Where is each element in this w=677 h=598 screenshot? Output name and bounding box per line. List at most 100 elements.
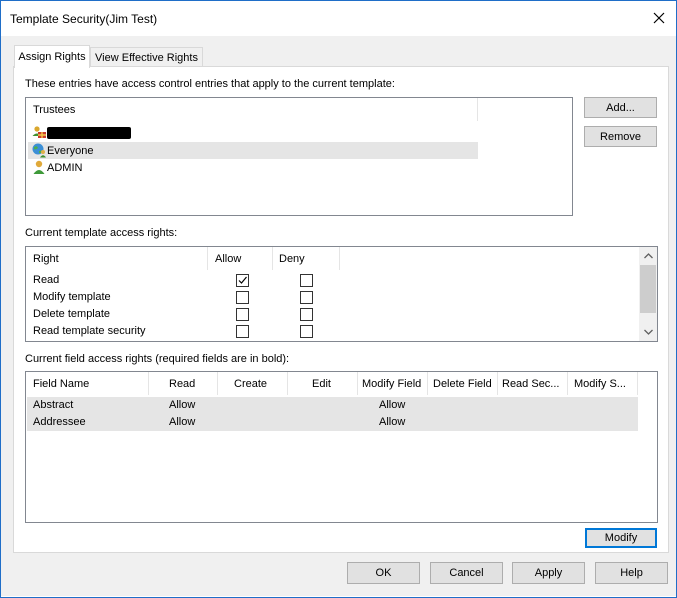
column-divider <box>567 372 568 395</box>
deny-modify-template-checkbox[interactable] <box>300 291 313 304</box>
checkmark-icon <box>238 276 247 284</box>
ok-button[interactable]: OK <box>347 562 420 584</box>
help-button-label: Help <box>620 567 643 579</box>
edit-column-header[interactable]: Edit <box>312 372 352 395</box>
ok-button-label: OK <box>375 567 392 579</box>
modify-security-column-header[interactable]: Modify S... <box>574 372 636 395</box>
scroll-down-button[interactable] <box>640 324 656 340</box>
template-rights-list[interactable]: Right Allow Deny Read Modify template De… <box>25 246 658 342</box>
column-label: Read Sec... <box>502 377 560 390</box>
field-name-column-header[interactable]: Field Name <box>33 372 143 395</box>
modify-field-cell: Allow <box>379 399 406 411</box>
title-bar: Template Security(Jim Test) <box>0 0 677 36</box>
deny-column-label: Deny <box>279 252 305 265</box>
right-label: Read template security <box>33 325 146 337</box>
read-cell: Allow <box>169 416 196 428</box>
help-button[interactable]: Help <box>595 562 668 584</box>
remove-button[interactable]: Remove <box>584 126 657 147</box>
column-label: Delete Field <box>433 377 492 390</box>
column-divider <box>637 372 638 395</box>
close-icon <box>653 12 665 24</box>
deny-delete-template-checkbox[interactable] <box>300 308 313 321</box>
window-title: Template Security(Jim Test) <box>10 12 158 26</box>
field-name-cell: Addressee <box>33 416 86 428</box>
user-icon <box>31 159 47 175</box>
column-label: Edit <box>312 377 331 390</box>
trustee-name-admin: ADMIN <box>47 161 83 174</box>
dialog-client: Assign Rights View Effective Rights Thes… <box>1 36 676 596</box>
column-label: Create <box>234 377 268 390</box>
right-label: Modify template <box>33 291 111 303</box>
remove-button-label: Remove <box>600 130 641 143</box>
chevron-down-icon <box>643 329 653 335</box>
read-security-column-header[interactable]: Read Sec... <box>502 372 564 395</box>
deny-column-header[interactable]: Deny <box>279 247 329 270</box>
field-name-cell: Abstract <box>33 399 74 411</box>
column-label: Read <box>169 377 196 390</box>
template-rights-caption: Current template access rights: <box>25 227 178 239</box>
vertical-scrollbar[interactable] <box>639 247 657 341</box>
column-divider <box>207 247 208 270</box>
column-divider <box>217 372 218 395</box>
column-divider <box>497 372 498 395</box>
column-divider <box>272 247 273 270</box>
deny-read-checkbox[interactable] <box>300 274 313 287</box>
column-divider <box>148 372 149 395</box>
apply-button[interactable]: Apply <box>512 562 585 584</box>
allow-read-template-security-checkbox[interactable] <box>236 325 249 338</box>
column-label: Modify Field <box>362 377 422 390</box>
field-rights-list[interactable]: Field Name Read Create Edit Modify Field… <box>25 371 658 523</box>
deny-read-template-security-checkbox[interactable] <box>300 325 313 338</box>
allow-column-label: Allow <box>215 252 242 265</box>
cancel-button-label: Cancel <box>449 567 484 579</box>
read-column-header[interactable]: Read <box>169 372 214 395</box>
modify-button-label: Modify <box>604 532 638 544</box>
column-divider <box>339 247 340 270</box>
column-divider <box>357 372 358 395</box>
modify-button[interactable]: Modify <box>585 528 657 548</box>
allow-modify-template-checkbox[interactable] <box>236 291 249 304</box>
allow-delete-template-checkbox[interactable] <box>236 308 249 321</box>
right-label: Delete template <box>33 308 111 320</box>
add-button[interactable]: Add... <box>584 97 657 118</box>
right-column-header[interactable]: Right <box>33 247 203 270</box>
column-label: Field Name <box>33 377 90 390</box>
trustee-row-admin[interactable]: ADMIN <box>28 159 478 176</box>
column-label: Modify S... <box>574 377 626 390</box>
right-column-label: Right <box>33 252 59 265</box>
trustee-row[interactable] <box>28 125 478 142</box>
column-divider <box>477 98 478 121</box>
right-label: Read <box>33 274 60 286</box>
delete-field-column-header[interactable]: Delete Field <box>433 372 498 395</box>
trustee-name-everyone: Everyone <box>47 144 94 157</box>
trustees-list[interactable]: Trustees Everyone ADMIN <box>25 97 573 216</box>
tab-assign-rights-label: Assign Rights <box>18 51 86 63</box>
column-divider <box>427 372 428 395</box>
allow-column-header[interactable]: Allow <box>215 247 265 270</box>
tab-view-effective-rights[interactable]: View Effective Rights <box>90 47 203 68</box>
trustee-row-everyone[interactable]: Everyone <box>28 142 478 159</box>
tab-assign-rights[interactable]: Assign Rights <box>14 45 90 68</box>
assign-rights-panel: These entries have access control entrie… <box>13 66 669 553</box>
cancel-button[interactable]: Cancel <box>430 562 503 584</box>
trustees-column-header[interactable]: Trustees <box>33 98 473 121</box>
modify-field-cell: Allow <box>379 416 406 428</box>
field-rights-caption: Current field access rights (required fi… <box>25 353 290 365</box>
create-column-header[interactable]: Create <box>234 372 284 395</box>
tab-view-effective-rights-label: View Effective Rights <box>95 51 198 64</box>
scroll-thumb[interactable] <box>640 265 656 313</box>
apply-button-label: Apply <box>534 567 563 579</box>
trustees-caption: These entries have access control entrie… <box>25 78 395 90</box>
chevron-up-icon <box>643 253 653 259</box>
redacted-name <box>47 127 131 139</box>
group-icon <box>31 125 47 141</box>
scroll-up-button[interactable] <box>640 248 656 264</box>
table-row[interactable]: Addressee Allow Allow <box>27 414 638 431</box>
trustees-column-label: Trustees <box>33 103 76 116</box>
modify-field-column-header[interactable]: Modify Field <box>362 372 427 395</box>
globe-users-icon <box>31 142 47 158</box>
add-button-label: Add... <box>606 101 635 114</box>
close-button[interactable] <box>642 1 676 35</box>
allow-read-checkbox[interactable] <box>236 274 249 287</box>
table-row[interactable]: Abstract Allow Allow <box>27 397 638 414</box>
